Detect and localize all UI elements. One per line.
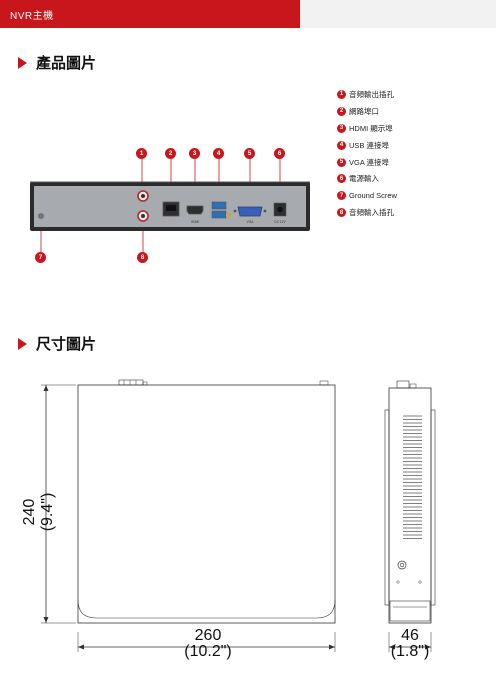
- height-inch: (9.4"): [39, 492, 56, 532]
- triangle-bullet-icon: [18, 56, 27, 69]
- callout-7: 7: [35, 252, 46, 263]
- dc-marking: DC 12V: [274, 220, 286, 224]
- dimension-drawing: [41, 379, 436, 652]
- depth-inch: (1.8"): [390, 643, 430, 660]
- callout-6: 6: [274, 148, 285, 159]
- hdmi-marking: HDMI: [191, 220, 199, 224]
- width-inch: (10.2"): [184, 643, 232, 660]
- side-vents: [403, 415, 422, 539]
- legend-item: 7 Ground Screw: [337, 187, 397, 204]
- ground-screw: [38, 213, 44, 219]
- legend-item: 1 音頻輸出插孔: [337, 86, 397, 103]
- header-bar: NVR主機: [0, 0, 496, 28]
- section-title-product-photo: 產品圖片: [18, 52, 96, 73]
- depth-mm: 46: [401, 627, 419, 644]
- header-category: NVR主機: [10, 11, 54, 22]
- callout-8: 8: [137, 252, 148, 263]
- legend-item: 5 VGA 連接埠: [337, 154, 397, 171]
- legend-item: 6 電源輸入: [337, 170, 397, 187]
- vga-port: [237, 206, 263, 217]
- callout-3: 3: [189, 148, 200, 159]
- section-title-text: 尺寸圖片: [36, 336, 97, 353]
- port-legend: 1 音頻輸出插孔 2 網路埠口 3 HDMI 顯示埠 4 USB 連接埠 5 VGA 連接…: [337, 86, 397, 221]
- rear-panel-illustration: HDMI VGA DC 12V: [30, 158, 310, 252]
- section-title-dimension-drawing: 尺寸圖片: [18, 333, 96, 354]
- triangle-bullet-icon: [18, 337, 27, 350]
- callout-1: 1: [136, 148, 147, 159]
- vga-marking: VGA: [247, 220, 255, 224]
- height-dimension-label: 240 (9.4"): [14, 470, 64, 540]
- top-view-outline: [77, 384, 336, 624]
- width-mm: 260: [194, 627, 222, 644]
- legend-item: 2 網路埠口: [337, 103, 397, 120]
- callout-2: 2: [165, 148, 176, 159]
- callout-5: 5: [244, 148, 255, 159]
- usb-port-1: [211, 201, 227, 210]
- legend-item: 4 USB 連接埠: [337, 137, 397, 154]
- height-mm: 240: [21, 498, 38, 526]
- section-title-text: 產品圖片: [36, 55, 97, 72]
- legend-item: 8 音頻輸入插孔: [337, 204, 397, 221]
- callout-4: 4: [213, 148, 224, 159]
- usb-port-2: [211, 210, 227, 219]
- hdmi-port: [186, 205, 204, 215]
- width-dimension-label: 260 (10.2"): [168, 628, 248, 660]
- legend-item: 3 HDMI 顯示埠: [337, 120, 397, 137]
- depth-dimension-label: 46 (1.8"): [378, 628, 442, 660]
